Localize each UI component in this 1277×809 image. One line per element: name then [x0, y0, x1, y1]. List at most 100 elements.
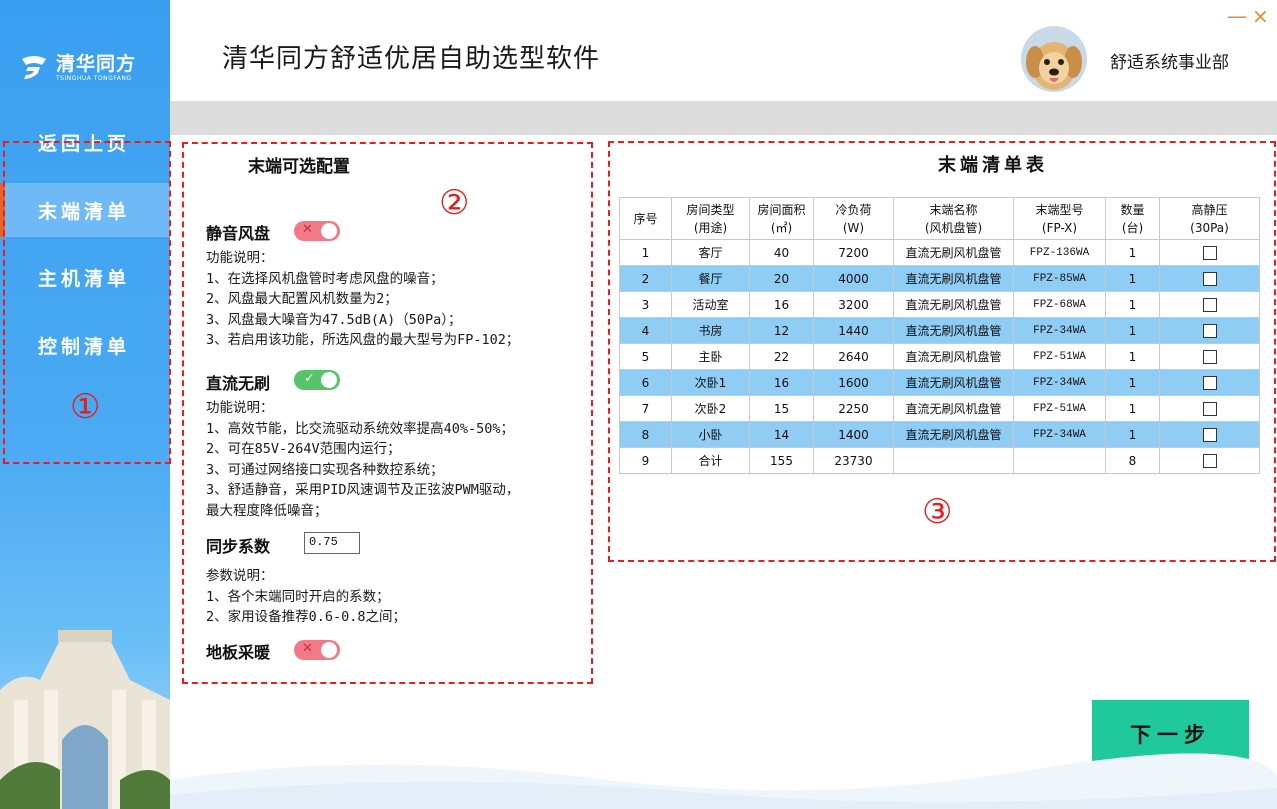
header-label: 末端型号: [1035, 202, 1084, 217]
table-row[interactable]: 5 主卧 22 2640 直流无刷风机盘管 FPZ-51WA 1: [619, 343, 1260, 370]
cell-room: 合计: [671, 447, 750, 474]
cell-room: 主卧: [671, 343, 750, 370]
cell-load: 7200: [813, 239, 894, 266]
cell-high-static-pressure: [1159, 395, 1260, 422]
high-static-pressure-checkbox[interactable]: [1202, 349, 1217, 364]
dc-brushless-description: 功能说明： 1、高效节能，比交流驱动系统效率提高40%-50%； 2、可在85V…: [206, 400, 520, 519]
cell-name: 直流无刷风机盘管: [893, 265, 1014, 292]
cell-name: 直流无刷风机盘管: [893, 395, 1014, 422]
sync-coefficient-description: 参数说明： 1、各个末端同时开启的系数； 2、家用设备推荐0.6-0.8之间；: [206, 568, 407, 625]
high-static-pressure-checkbox[interactable]: [1202, 453, 1217, 468]
cell-load: 2250: [813, 395, 894, 422]
high-static-pressure-checkbox[interactable]: [1202, 375, 1217, 390]
high-static-pressure-checkbox[interactable]: [1202, 271, 1217, 286]
table-row[interactable]: 8 小卧 14 1400 直流无刷风机盘管 FPZ-34WA 1: [619, 421, 1260, 448]
cell-model: [1013, 447, 1106, 474]
cell-area: 22: [749, 343, 814, 370]
cell-room: 次卧2: [671, 395, 750, 422]
quiet-fan-coil-label: 静音风盘: [206, 224, 271, 243]
toggle-off-icon: ✕: [302, 641, 313, 656]
cell-qty: 1: [1105, 239, 1160, 266]
cell-model: FPZ-34WA: [1013, 317, 1106, 344]
cell-high-static-pressure: [1159, 343, 1260, 370]
high-static-pressure-checkbox[interactable]: [1202, 245, 1217, 260]
cell-qty: 1: [1105, 291, 1160, 318]
cell-name: 直流无刷风机盘管: [893, 421, 1014, 448]
quiet-fan-coil-toggle[interactable]: ✕: [294, 221, 340, 241]
sync-coefficient-label: 同步系数: [206, 537, 271, 556]
toggle-off-icon: ✕: [302, 222, 313, 237]
high-static-pressure-checkbox[interactable]: [1202, 401, 1217, 416]
minimize-icon[interactable]: —: [1227, 4, 1247, 28]
table-row[interactable]: 9 合计 155 23730 8: [619, 447, 1260, 474]
dc-brushless-label: 直流无刷: [206, 374, 271, 393]
cell-qty: 1: [1105, 343, 1160, 370]
cell-load: 23730: [813, 447, 894, 474]
dc-brushless-toggle[interactable]: ✓: [294, 370, 340, 390]
cell-model: FPZ-51WA: [1013, 395, 1106, 422]
annotation-marker-2: ②: [439, 183, 470, 223]
cell-area: 14: [749, 421, 814, 448]
table-row[interactable]: 6 次卧1 16 1600 直流无刷风机盘管 FPZ-34WA 1: [619, 369, 1260, 396]
cell-name: 直流无刷风机盘管: [893, 291, 1014, 318]
cell-qty: 1: [1105, 369, 1160, 396]
header-unit: (风机盘管): [924, 220, 983, 235]
brand-name-cn: 清华同方: [56, 52, 137, 75]
header-unit: (FP-X): [1041, 220, 1078, 235]
cell-model: FPZ-68WA: [1013, 291, 1106, 318]
gate-illustration: [0, 630, 170, 809]
cell-high-static-pressure: [1159, 369, 1260, 396]
cell-high-static-pressure: [1159, 447, 1260, 474]
cell-area: 40: [749, 239, 814, 266]
table-header-cell: 房间面积 (㎡): [749, 197, 814, 240]
config-panel-title: 末端可选配置: [248, 157, 350, 177]
cell-high-static-pressure: [1159, 317, 1260, 344]
cell-no: 2: [619, 265, 672, 292]
cell-no: 6: [619, 369, 672, 396]
floor-heating-toggle[interactable]: ✕: [294, 640, 340, 660]
cell-name: 直流无刷风机盘管: [893, 369, 1014, 396]
table-header-cell: 序号: [619, 197, 672, 240]
avatar[interactable]: [1021, 26, 1087, 92]
table-header-cell: 末端型号 (FP-X): [1013, 197, 1106, 240]
cell-high-static-pressure: [1159, 239, 1260, 266]
cell-qty: 1: [1105, 317, 1160, 344]
high-static-pressure-checkbox[interactable]: [1202, 323, 1217, 338]
cell-no: 3: [619, 291, 672, 318]
high-static-pressure-checkbox[interactable]: [1202, 297, 1217, 312]
cell-name: [893, 447, 1014, 474]
cell-high-static-pressure: [1159, 291, 1260, 318]
terminal-config-panel: 末端可选配置 ② 静音风盘 ✕ 功能说明： 1、在选择风机盘管时考虑风盘的噪音；…: [182, 142, 593, 684]
cell-area: 16: [749, 291, 814, 318]
cell-model: FPZ-85WA: [1013, 265, 1106, 292]
brand-logo: 清华同方 TSINGHUA TONGFANG: [18, 48, 158, 88]
table-row[interactable]: 3 活动室 16 3200 直流无刷风机盘管 FPZ-68WA 1: [619, 291, 1260, 318]
table-row[interactable]: 1 客厅 40 7200 直流无刷风机盘管 FPZ-136WA 1: [619, 239, 1260, 266]
decorative-wave: [170, 753, 1277, 809]
header-label: 数量: [1120, 202, 1145, 217]
header-unit: (30Pa): [1190, 220, 1229, 235]
table-row[interactable]: 7 次卧2 15 2250 直流无刷风机盘管 FPZ-51WA 1: [619, 395, 1260, 422]
cell-qty: 8: [1105, 447, 1160, 474]
cell-model: FPZ-51WA: [1013, 343, 1106, 370]
cell-model: FPZ-34WA: [1013, 421, 1106, 448]
table-header-cell: 冷负荷 (W): [813, 197, 894, 240]
terminal-list-panel: 末端清单表 序号 房间类型 (用途) 房间面积 (㎡) 冷负荷 (W) 末端名称 (风机盘管) 末…: [608, 141, 1276, 562]
quiet-fan-coil-description: 功能说明： 1、在选择风机盘管时考虑风盘的噪音； 2、风盘最大配置风机数量为2；…: [206, 250, 520, 348]
page-title: 清华同方舒适优居自助选型软件: [222, 44, 601, 74]
sync-coefficient-input[interactable]: 0.75: [304, 532, 360, 554]
cell-no: 7: [619, 395, 672, 422]
table-row[interactable]: 4 书房 12 1440 直流无刷风机盘管 FPZ-34WA 1: [619, 317, 1260, 344]
header-label: 末端名称: [929, 202, 978, 217]
header-label: 序号: [633, 211, 658, 226]
terminal-list-table: 序号 房间类型 (用途) 房间面积 (㎡) 冷负荷 (W) 末端名称 (风机盘管) 末端型号 (FP…: [619, 197, 1260, 474]
cell-area: 16: [749, 369, 814, 396]
header-label: 房间面积: [757, 202, 806, 217]
high-static-pressure-checkbox[interactable]: [1202, 427, 1217, 442]
close-icon[interactable]: ×: [1252, 4, 1269, 28]
cell-room: 小卧: [671, 421, 750, 448]
cell-qty: 1: [1105, 395, 1160, 422]
table-row[interactable]: 2 餐厅 20 4000 直流无刷风机盘管 FPZ-85WA 1: [619, 265, 1260, 292]
header-unit: (用途): [693, 220, 728, 235]
table-title: 末端清单表: [938, 155, 1048, 176]
